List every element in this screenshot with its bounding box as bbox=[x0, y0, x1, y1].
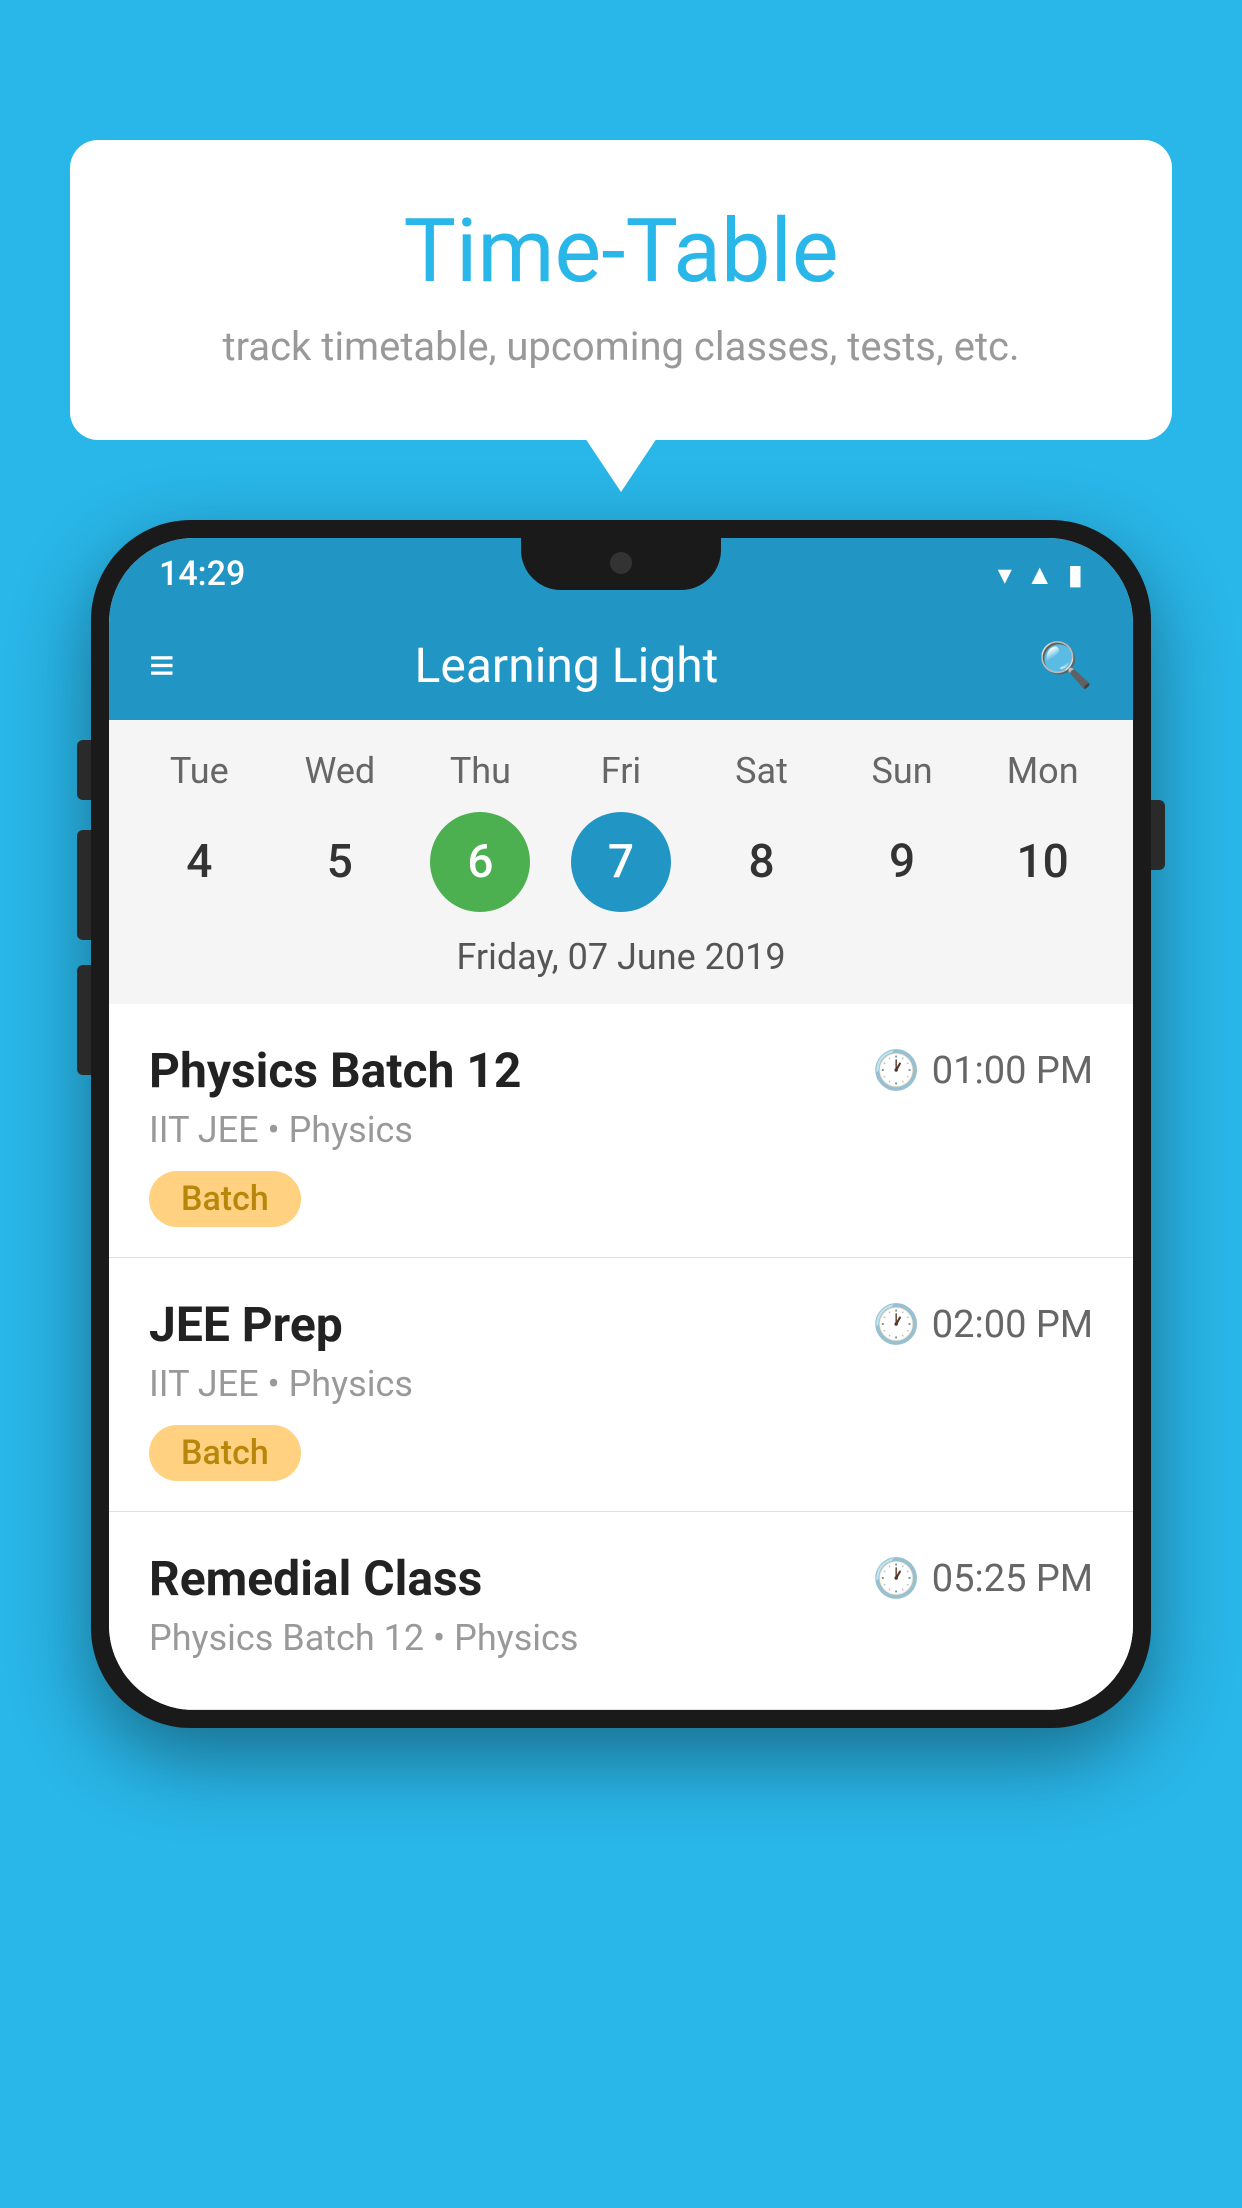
schedule-meta-3: Physics Batch 12 • Physics bbox=[149, 1617, 1093, 1659]
phone-mockup: 14:29 ▾ ▲ ▮ ≡ Learning Light 🔍 Tue Wed T… bbox=[91, 520, 1151, 1728]
date-8[interactable]: 8 bbox=[712, 812, 812, 912]
schedule-meta-2: IIT JEE • Physics bbox=[149, 1363, 1093, 1405]
schedule-item-1[interactable]: Physics Batch 12 🕐 01:00 PM IIT JEE • Ph… bbox=[109, 1004, 1133, 1258]
schedule-list: Physics Batch 12 🕐 01:00 PM IIT JEE • Ph… bbox=[109, 1004, 1133, 1710]
day-thu: Thu bbox=[420, 750, 540, 792]
date-9[interactable]: 9 bbox=[852, 812, 952, 912]
page-title: Time-Table bbox=[150, 200, 1092, 303]
schedule-time-value-1: 01:00 PM bbox=[932, 1049, 1093, 1093]
battery-icon: ▮ bbox=[1068, 558, 1083, 591]
silent-button bbox=[77, 965, 91, 1075]
wifi-icon: ▾ bbox=[998, 558, 1012, 591]
calendar-days-header: Tue Wed Thu Fri Sat Sun Mon bbox=[109, 740, 1133, 802]
schedule-item-1-header: Physics Batch 12 🕐 01:00 PM bbox=[149, 1042, 1093, 1099]
schedule-time-3: 🕐 05:25 PM bbox=[872, 1557, 1093, 1601]
phone-screen: 14:29 ▾ ▲ ▮ ≡ Learning Light 🔍 Tue Wed T… bbox=[109, 538, 1133, 1710]
schedule-meta-1: IIT JEE • Physics bbox=[149, 1109, 1093, 1151]
schedule-title-3: Remedial Class bbox=[149, 1550, 482, 1607]
day-sat: Sat bbox=[702, 750, 822, 792]
date-5[interactable]: 5 bbox=[290, 812, 390, 912]
schedule-title-1: Physics Batch 12 bbox=[149, 1042, 521, 1099]
day-sun: Sun bbox=[842, 750, 962, 792]
date-10[interactable]: 10 bbox=[993, 812, 1093, 912]
batch-badge-1: Batch bbox=[149, 1171, 301, 1227]
clock-icon-2: 🕐 bbox=[872, 1303, 919, 1347]
clock-icon-1: 🕐 bbox=[872, 1049, 919, 1093]
app-title: Learning Light bbox=[205, 637, 929, 694]
date-4[interactable]: 4 bbox=[149, 812, 249, 912]
hamburger-icon[interactable]: ≡ bbox=[149, 643, 175, 687]
signal-icon: ▲ bbox=[1026, 558, 1054, 591]
power-button bbox=[1151, 800, 1165, 870]
status-time: 14:29 bbox=[159, 554, 245, 594]
page-subtitle: track timetable, upcoming classes, tests… bbox=[150, 323, 1092, 370]
status-icons: ▾ ▲ ▮ bbox=[998, 558, 1083, 591]
calendar-section: Tue Wed Thu Fri Sat Sun Mon 4 5 6 7 8 9 … bbox=[109, 720, 1133, 1004]
selected-date-label: Friday, 07 June 2019 bbox=[109, 922, 1133, 994]
date-6-today[interactable]: 6 bbox=[430, 812, 530, 912]
batch-badge-2: Batch bbox=[149, 1425, 301, 1481]
day-tue: Tue bbox=[139, 750, 259, 792]
app-header: ≡ Learning Light 🔍 bbox=[109, 610, 1133, 720]
date-7-selected[interactable]: 7 bbox=[571, 812, 671, 912]
clock-icon-3: 🕐 bbox=[872, 1557, 919, 1601]
schedule-item-2[interactable]: JEE Prep 🕐 02:00 PM IIT JEE • Physics Ba… bbox=[109, 1258, 1133, 1512]
search-icon[interactable]: 🔍 bbox=[1038, 639, 1093, 691]
volume-down-button bbox=[77, 830, 91, 940]
phone-notch bbox=[521, 538, 721, 590]
volume-up-button bbox=[77, 740, 91, 800]
schedule-item-2-header: JEE Prep 🕐 02:00 PM bbox=[149, 1296, 1093, 1353]
speech-bubble: Time-Table track timetable, upcoming cla… bbox=[70, 140, 1172, 440]
day-mon: Mon bbox=[983, 750, 1103, 792]
day-fri: Fri bbox=[561, 750, 681, 792]
front-camera bbox=[610, 552, 632, 574]
schedule-title-2: JEE Prep bbox=[149, 1296, 343, 1353]
schedule-time-1: 🕐 01:00 PM bbox=[872, 1049, 1093, 1093]
speech-bubble-container: Time-Table track timetable, upcoming cla… bbox=[70, 140, 1172, 440]
calendar-dates: 4 5 6 7 8 9 10 bbox=[109, 802, 1133, 922]
schedule-time-2: 🕐 02:00 PM bbox=[872, 1303, 1093, 1347]
day-wed: Wed bbox=[280, 750, 400, 792]
schedule-item-3[interactable]: Remedial Class 🕐 05:25 PM Physics Batch … bbox=[109, 1512, 1133, 1710]
schedule-time-value-3: 05:25 PM bbox=[932, 1557, 1093, 1601]
schedule-time-value-2: 02:00 PM bbox=[932, 1303, 1093, 1347]
phone-frame: 14:29 ▾ ▲ ▮ ≡ Learning Light 🔍 Tue Wed T… bbox=[91, 520, 1151, 1728]
schedule-item-3-header: Remedial Class 🕐 05:25 PM bbox=[149, 1550, 1093, 1607]
